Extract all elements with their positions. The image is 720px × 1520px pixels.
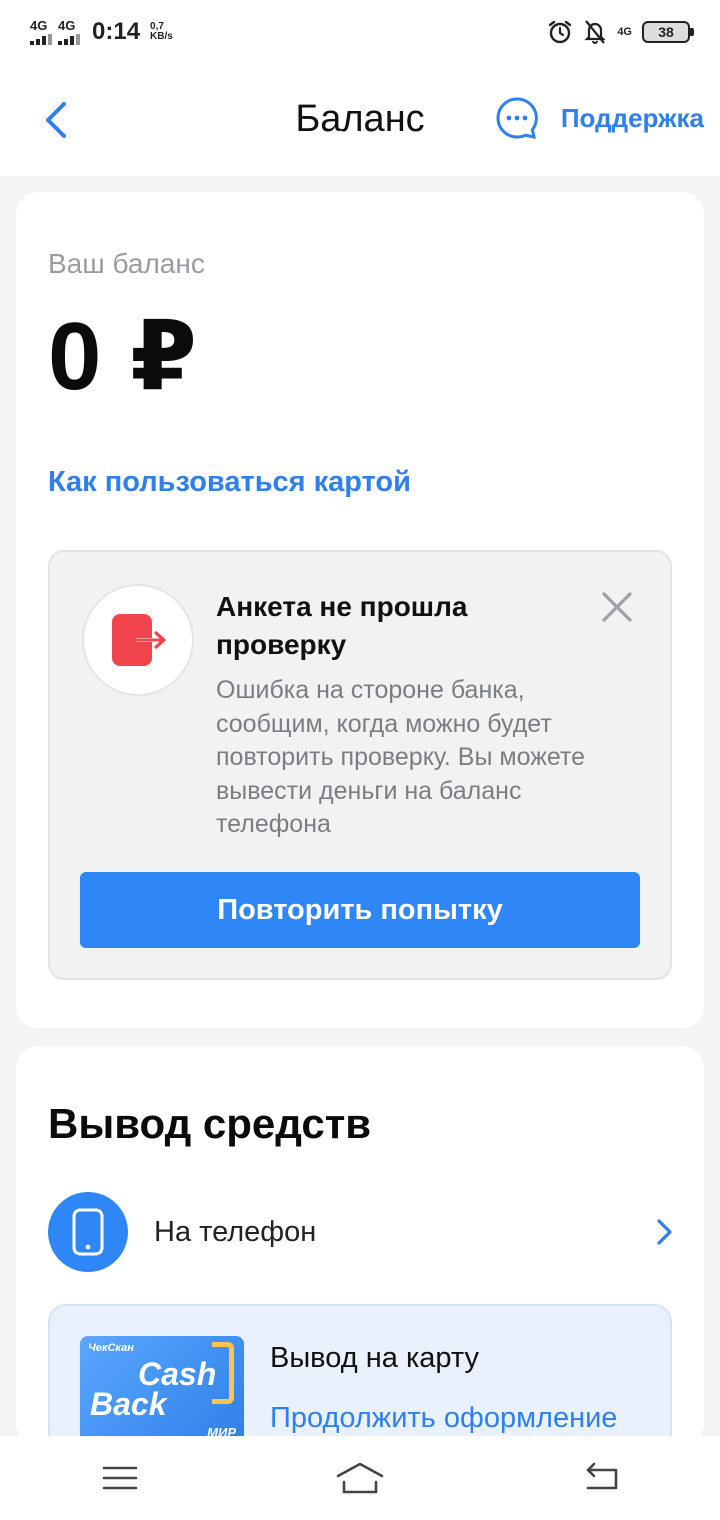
balance-card: Ваш баланс 0 ₽ Как пользоваться картой А… xyxy=(16,192,704,1028)
speed-unit: KB/s xyxy=(150,31,173,42)
phone-label: На телефон xyxy=(154,1215,317,1248)
balance-amount: 0 ₽ xyxy=(48,303,198,410)
verification-alert: Анкета не прошла проверку Ошибка на стор… xyxy=(48,550,672,980)
network-type-1: 4G xyxy=(30,18,48,33)
return-icon xyxy=(586,1462,618,1490)
phone-icon-circle xyxy=(48,1192,128,1272)
withdraw-card: Вывод средств На телефон ЧекСкан Cash Ba… xyxy=(16,1046,704,1504)
network-type-3: 4G xyxy=(617,26,632,38)
alert-message: Ошибка на стороне банка, сообщим, когда … xyxy=(216,676,586,838)
retry-button[interactable]: Повторить попытку xyxy=(80,872,640,948)
card-brand: ЧекСкан xyxy=(88,1342,134,1354)
cashback-card-image: ЧекСкан Cash Back МИР xyxy=(80,1336,244,1446)
battery-level: 38 xyxy=(658,24,674,40)
status-bar: 4G 4G 0:14 0,7 KB/s 4G 38 xyxy=(0,0,720,64)
signal-bars-icon xyxy=(30,34,52,45)
signal-2: 4G xyxy=(58,19,80,45)
home-nav-button[interactable] xyxy=(320,1448,400,1508)
alert-title: Анкета не прошла проверку xyxy=(216,591,468,660)
alarm-icon xyxy=(549,20,572,44)
menu-icon xyxy=(102,1466,138,1490)
notifications-off-icon xyxy=(584,20,606,44)
phone-icon xyxy=(72,1208,104,1256)
home-icon xyxy=(336,1462,384,1494)
chevron-right-icon xyxy=(657,1219,672,1245)
menu-nav-button[interactable] xyxy=(80,1448,160,1508)
card-text-back: Back xyxy=(90,1386,167,1422)
withdraw-to-phone-item[interactable]: На телефон xyxy=(48,1192,674,1272)
chat-bubble-icon xyxy=(496,97,538,139)
support-button[interactable]: Поддержка xyxy=(495,96,704,140)
signal-bars-icon xyxy=(58,34,80,45)
back-nav-button[interactable] xyxy=(560,1448,640,1508)
network-speed: 0,7 KB/s xyxy=(150,21,173,43)
system-nav-bar xyxy=(0,1436,720,1520)
card-withdraw-title: Вывод на карту xyxy=(270,1342,479,1374)
balance-label: Ваш баланс xyxy=(48,248,205,279)
alert-icon-circle xyxy=(82,584,194,696)
continue-registration-link[interactable]: Продолжить оформление xyxy=(270,1402,617,1435)
withdraw-title: Вывод средств xyxy=(48,1100,372,1147)
battery-icon: 38 xyxy=(642,21,694,43)
support-label: Поддержка xyxy=(560,102,704,133)
how-to-use-card-link[interactable]: Как пользоваться картой xyxy=(48,466,411,499)
app-header: Баланс Поддержка xyxy=(0,64,720,176)
exit-door-icon xyxy=(112,614,166,666)
network-type-2: 4G xyxy=(58,18,76,33)
close-icon[interactable] xyxy=(600,590,634,624)
clock: 0:14 xyxy=(92,18,141,45)
signal-1: 4G xyxy=(30,19,52,45)
